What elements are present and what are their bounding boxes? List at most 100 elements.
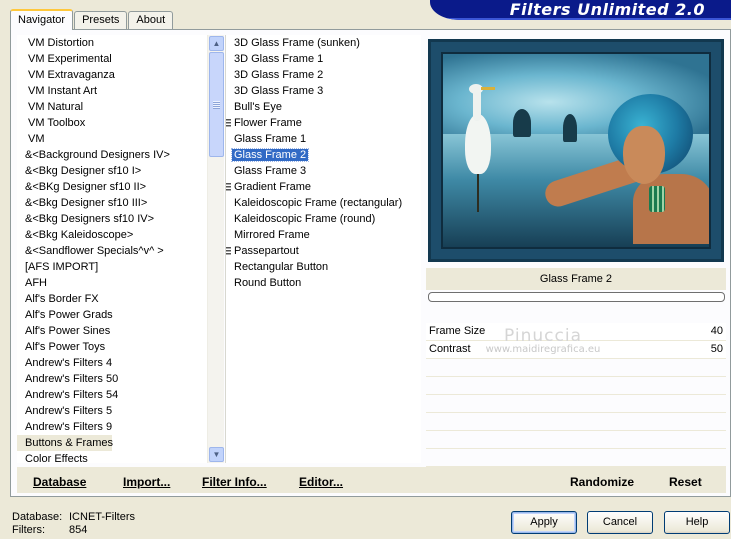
param-empty-row	[426, 395, 726, 413]
filter-item[interactable]: 3D Glass Frame 1	[226, 51, 421, 67]
filter-item[interactable]: Rectangular Button	[226, 259, 421, 275]
scroll-down-button[interactable]: ▼	[209, 447, 224, 462]
category-item[interactable]: VM Extravaganza	[17, 67, 207, 83]
category-item[interactable]: &<Bkg Designer sf10 III>	[17, 195, 207, 211]
help-button[interactable]: Help	[664, 511, 730, 534]
filter-item-label: 3D Glass Frame 1	[234, 53, 324, 65]
category-item[interactable]: VM Natural	[17, 99, 207, 115]
category-item[interactable]: &<Background Designers IV>	[17, 147, 207, 163]
filter-item-label: Glass Frame 3	[234, 165, 307, 177]
apply-button[interactable]: Apply	[511, 511, 577, 534]
import-button[interactable]: Import...	[123, 475, 170, 489]
category-item[interactable]: Alf's Power Toys	[17, 339, 207, 355]
tab-navigator[interactable]: Navigator	[10, 9, 74, 30]
category-item[interactable]: Andrew's Filters 50	[17, 371, 207, 387]
reset-button[interactable]: Reset	[669, 475, 702, 489]
param-empty-row	[426, 359, 726, 377]
param-frame-size[interactable]: Frame Size 40	[426, 323, 726, 341]
filter-item-label: 3D Glass Frame (sunken)	[234, 37, 360, 49]
category-item[interactable]: VM Experimental	[17, 51, 207, 67]
filters-count-label: Filters:	[12, 524, 45, 536]
category-item[interactable]: Andrew's Filters 9	[17, 419, 207, 435]
filter-item[interactable]: Glass Frame 3	[226, 163, 421, 179]
filter-item-label: Passepartout	[234, 245, 299, 257]
param-contrast[interactable]: Contrast 50	[426, 341, 726, 359]
database-label: Database	[33, 475, 87, 489]
filter-item[interactable]: Mirrored Frame	[226, 227, 421, 243]
filter-item-label: Glass Frame 2	[230, 148, 310, 162]
filter-item-label: Mirrored Frame	[234, 229, 310, 241]
param-empty-row	[426, 377, 726, 395]
brand-title: Filters Unlimited 2.0	[509, 0, 705, 19]
reset-label: Reset	[669, 475, 702, 489]
filters-count-value: 854	[69, 524, 88, 536]
preview-image	[428, 39, 724, 262]
category-item[interactable]: AFH	[17, 275, 207, 291]
filter-item[interactable]: Flower Frame	[226, 115, 421, 131]
category-item[interactable]: &<Bkg Designer sf10 I>	[17, 163, 207, 179]
param-empty-row	[426, 431, 726, 449]
parameter-list: Frame Size 40 Contrast 50	[426, 323, 726, 485]
param-empty-row	[426, 413, 726, 431]
filter-item[interactable]: Glass Frame 1	[226, 131, 421, 147]
category-item[interactable]: Andrew's Filters 4	[17, 355, 207, 371]
category-item[interactable]: Color Effects	[17, 451, 207, 463]
filter-item-label: Kaleidoscopic Frame (rectangular)	[234, 197, 403, 209]
category-item[interactable]: &<Bkg Kaleidoscope>	[17, 227, 207, 243]
tab-strip: Navigator Presets About	[10, 9, 174, 30]
category-item[interactable]: Alf's Power Sines	[17, 323, 207, 339]
filter-item[interactable]: Gradient Frame	[226, 179, 421, 195]
filter-list[interactable]: 3D Glass Frame (sunken) 3D Glass Frame 1 3…	[225, 35, 421, 463]
category-item[interactable]: Alf's Power Grads	[17, 307, 207, 323]
param-label: Contrast	[429, 343, 471, 355]
category-item[interactable]: VM Toolbox	[17, 115, 207, 131]
database-button[interactable]: Database	[33, 475, 86, 489]
category-item[interactable]: &<Bkg Designers sf10 IV>	[17, 211, 207, 227]
filter-item[interactable]: Glass Frame 2	[226, 147, 421, 163]
randomize-button[interactable]: Randomize	[570, 475, 634, 489]
brand-banner: Filters Unlimited 2.0	[430, 0, 731, 20]
category-scrollbar[interactable]: ▲ ▼	[207, 35, 224, 463]
editor-button[interactable]: Editor...	[299, 475, 343, 489]
category-item[interactable]: VM	[17, 131, 207, 147]
filter-item[interactable]: Bull's Eye	[226, 99, 421, 115]
category-item[interactable]: Andrew's Filters 5	[17, 403, 207, 419]
cancel-button[interactable]: Cancel	[587, 511, 653, 534]
filter-item[interactable]: Kaleidoscopic Frame (round)	[226, 211, 421, 227]
editor-label: Editor...	[299, 475, 344, 489]
filter-item[interactable]: Round Button	[226, 275, 421, 291]
panel-button-bar: Database Import... Filter Info... Editor…	[17, 467, 726, 493]
category-item[interactable]: Alf's Border FX	[17, 291, 207, 307]
category-item[interactable]: Andrew's Filters 54	[17, 387, 207, 403]
scroll-up-button[interactable]: ▲	[209, 36, 224, 51]
database-info-value: ICNET-Filters	[69, 511, 135, 523]
param-value: 50	[710, 343, 723, 355]
filter-item-label: Bull's Eye	[234, 101, 282, 113]
filter-item[interactable]: 3D Glass Frame 3	[226, 83, 421, 99]
filter-item[interactable]: 3D Glass Frame 2	[226, 67, 421, 83]
selected-filter-title: Glass Frame 2	[426, 268, 726, 290]
category-item[interactable]: VM Distortion	[17, 35, 207, 51]
chevron-up-icon: ▲	[212, 39, 221, 48]
category-item[interactable]: [AFS IMPORT]	[17, 259, 207, 275]
category-item[interactable]: Buttons & Frames	[17, 435, 113, 451]
filter-item-label: Rectangular Button	[234, 261, 329, 273]
category-item[interactable]: &<BKg Designer sf10 II>	[17, 179, 207, 195]
tab-about[interactable]: About	[128, 11, 174, 29]
tab-presets[interactable]: Presets	[74, 11, 128, 29]
filter-item-label: Glass Frame 1	[234, 133, 307, 145]
filter-info-button[interactable]: Filter Info...	[202, 475, 267, 489]
filter-item-label: Flower Frame	[234, 117, 302, 129]
category-list[interactable]: VM Distortion VM Experimental VM Extravaga…	[17, 35, 207, 463]
category-item[interactable]: VM Instant Art	[17, 83, 207, 99]
filter-item[interactable]: Kaleidoscopic Frame (rectangular)	[226, 195, 421, 211]
param-empty-row	[426, 449, 726, 467]
filter-item-label: Round Button	[234, 277, 302, 289]
category-item[interactable]: &<Sandflower Specials^v^ >	[17, 243, 207, 259]
scroll-thumb[interactable]	[209, 52, 224, 157]
filter-item-label: 3D Glass Frame 3	[234, 85, 324, 97]
preview-picture	[441, 52, 711, 249]
chevron-down-icon: ▼	[212, 450, 221, 459]
filter-item[interactable]: Passepartout	[226, 243, 421, 259]
filter-item[interactable]: 3D Glass Frame (sunken)	[226, 35, 421, 51]
